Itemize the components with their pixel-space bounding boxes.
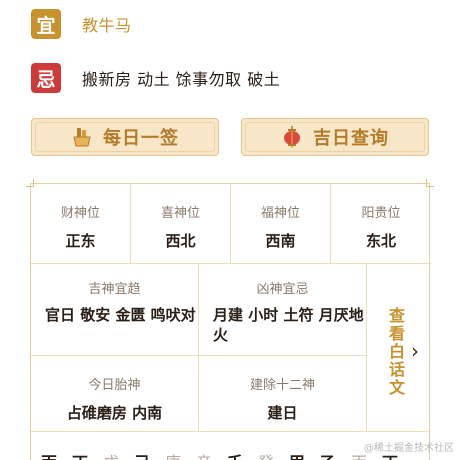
stem: 辛 xyxy=(196,449,227,460)
jianchu-cell: 建除十二神 建日 xyxy=(199,356,367,432)
yi-row: 宜 教牛马 xyxy=(31,9,132,39)
god-cell-wealth: 财神位 正东 xyxy=(31,184,131,264)
jianchu-value: 建日 xyxy=(267,404,298,422)
yi-text: 教牛马 xyxy=(82,16,132,35)
stem: 庚 xyxy=(165,449,196,460)
god-cell-noble: 阳贵位 东北 xyxy=(331,184,431,264)
good-gods-value: 官日 敬安 金匮 鸣吠对 xyxy=(45,306,196,324)
ji-text: 搬新房 动土 馀事勿取 破土 xyxy=(82,70,281,89)
god-value: 西北 xyxy=(165,232,196,250)
lucky-day-button[interactable]: 吉日查询 xyxy=(241,118,429,156)
stem: 癸 xyxy=(258,449,289,460)
god-cell-fortune: 福神位 西南 xyxy=(231,184,331,264)
god-cell-joy: 喜神位 西北 xyxy=(131,184,231,264)
fetal-god-label: 今日胎神 xyxy=(88,378,141,393)
god-value: 正东 xyxy=(65,232,96,250)
chevron-right-icon: › xyxy=(411,339,419,363)
god-value: 西南 xyxy=(265,232,296,250)
heavenly-stems-row: 丙 丁 戊 己 庚 辛 壬 癸 甲 乙 丙 丁 xyxy=(41,449,413,460)
god-label: 福神位 xyxy=(260,206,300,221)
lantern-icon xyxy=(284,126,300,148)
ji-row: 忌 搬新房 动土 馀事勿取 破土 xyxy=(31,63,280,93)
fetal-god-value: 占碓磨房 内南 xyxy=(66,404,163,422)
stem: 丙 xyxy=(41,449,72,460)
stem: 己 xyxy=(134,449,165,460)
stem: 乙 xyxy=(320,449,351,460)
good-gods-label: 吉神宜趋 xyxy=(88,282,141,297)
fetal-god-cell: 今日胎神 占碓磨房 内南 xyxy=(31,356,199,432)
yi-badge: 宜 xyxy=(31,9,61,39)
god-label: 喜神位 xyxy=(160,206,200,221)
ji-badge: 忌 xyxy=(31,63,61,93)
vernacular-link[interactable]: 查看白话文 › xyxy=(366,263,430,432)
vernacular-link-label: 查看白话文 xyxy=(386,307,405,397)
god-label: 财神位 xyxy=(60,206,100,221)
bad-gods-cell: 凶神宜忌 月建 小时 土符 月厌地火 xyxy=(199,264,367,356)
watermark: @稀土掘金技术社区 xyxy=(364,443,454,454)
stem: 戊 xyxy=(103,449,134,460)
jianchu-label: 建除十二神 xyxy=(249,378,315,393)
stem: 丁 xyxy=(72,449,103,460)
good-gods-cell: 吉神宜趋 官日 敬安 金匮 鸣吠对 xyxy=(31,264,199,356)
stem: 壬 xyxy=(227,449,258,460)
daily-fortune-button[interactable]: 每日一签 xyxy=(31,118,219,156)
stem: 甲 xyxy=(289,449,320,460)
bad-gods-label: 凶神宜忌 xyxy=(256,282,309,297)
bad-gods-value: 月建 小时 土符 月厌地火 xyxy=(213,306,364,344)
god-value: 东北 xyxy=(365,232,396,250)
god-label: 阳贵位 xyxy=(361,206,401,221)
fortune-stick-icon xyxy=(73,128,91,147)
